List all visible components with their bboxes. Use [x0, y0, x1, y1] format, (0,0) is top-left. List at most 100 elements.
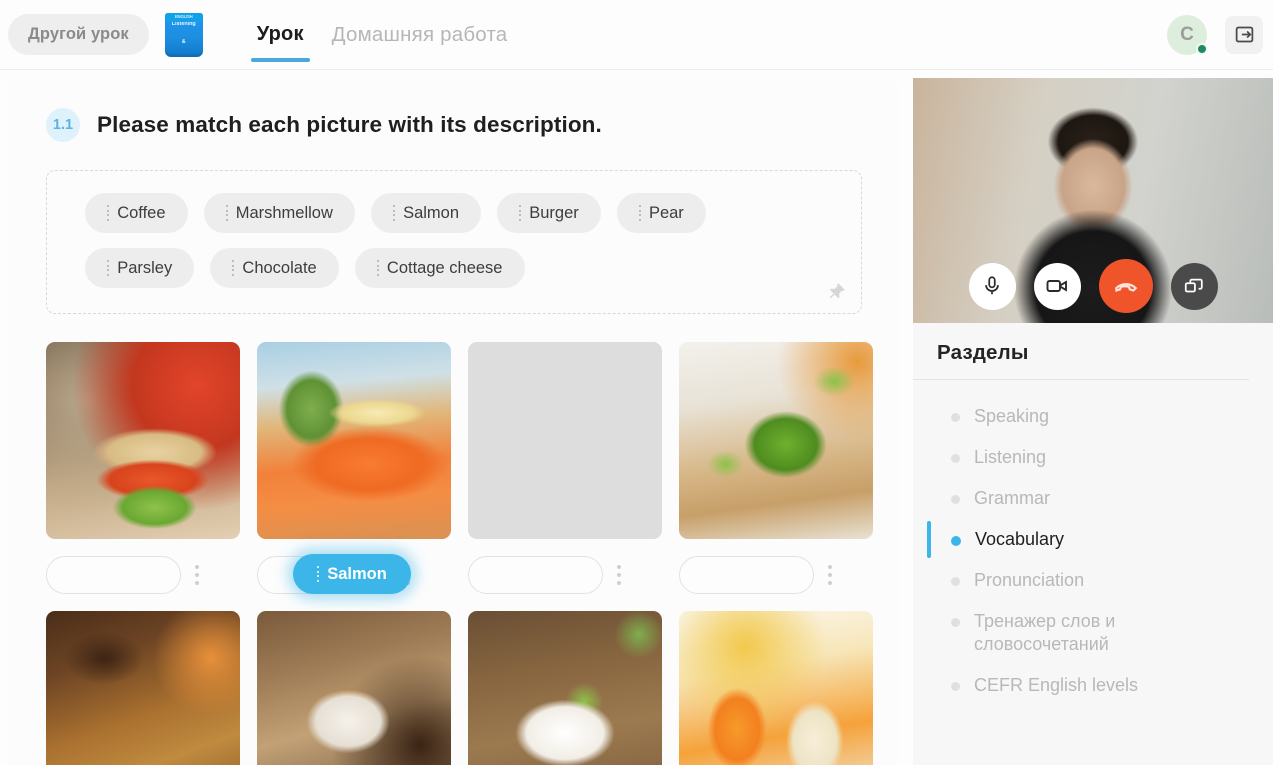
- sidebar-item-grammar[interactable]: Grammar: [937, 478, 1273, 519]
- sidebar-item-label: Pronunciation: [974, 570, 1085, 591]
- answer-slot-3[interactable]: [468, 556, 603, 594]
- bullet-icon: [951, 577, 960, 587]
- word-chip-cottage-cheese[interactable]: Cottage cheese: [354, 248, 525, 288]
- hangup-button[interactable]: [1098, 259, 1153, 313]
- exit-button[interactable]: [1225, 15, 1263, 54]
- picture-salmon[interactable]: [257, 342, 451, 539]
- answer-slot-cell-4: [679, 556, 873, 594]
- drag-handle-icon: [376, 259, 379, 277]
- answer-slot-4[interactable]: [679, 556, 814, 594]
- sidebar-item-label: Speaking: [974, 406, 1050, 426]
- camera-button[interactable]: [1033, 262, 1081, 310]
- chip-label: Cottage cheese: [386, 258, 503, 277]
- picture-burger[interactable]: [46, 342, 240, 539]
- drag-handle-icon: [107, 204, 110, 222]
- avatar[interactable]: C: [1167, 14, 1208, 55]
- answer-slot-cell-1: [46, 556, 240, 594]
- word-chip-parsley[interactable]: Parsley: [85, 248, 195, 288]
- sections-divider: [913, 379, 1249, 380]
- picture-row-1: [46, 342, 898, 539]
- word-chip-pear[interactable]: Pear: [616, 193, 706, 233]
- camera-icon: [1046, 280, 1067, 292]
- sidebar-item-pronunciation[interactable]: Pronunciation: [937, 560, 1273, 601]
- sidebar-item-label: Listening: [974, 447, 1047, 468]
- answer-slot-row: Salmon: [46, 554, 898, 594]
- sections-title: Разделы: [937, 341, 1029, 364]
- picture-row-2: [46, 611, 898, 765]
- word-chip-chocolate[interactable]: Chocolate: [210, 248, 339, 288]
- tab-lesson[interactable]: Урок: [243, 0, 318, 70]
- pin-icon[interactable]: [825, 281, 847, 303]
- lesson-book-icon[interactable]: ENGLISH Listening & Speaking: [164, 12, 203, 57]
- picture-cottage-cheese[interactable]: [468, 611, 662, 765]
- exit-icon: [1235, 26, 1253, 43]
- book-badge-line1: Listening: [171, 20, 196, 27]
- word-bank-row-2: Parsley Chocolate Cottage cheese: [85, 248, 861, 288]
- picture-coffee[interactable]: [257, 611, 451, 765]
- video-call-feed[interactable]: [913, 78, 1273, 323]
- microphone-button[interactable]: [968, 262, 1016, 310]
- lesson-app: Другой урок ENGLISH Listening & Speaking…: [0, 0, 1273, 765]
- bullet-icon: [951, 413, 960, 422]
- answer-slot-cell-2: Salmon: [257, 554, 451, 594]
- picture-marshmellow[interactable]: [468, 342, 662, 539]
- sections-panel: Разделы: [913, 323, 1273, 365]
- top-bar-right: C: [1167, 14, 1273, 55]
- sidebar-item-label: Grammar: [974, 488, 1050, 509]
- picture-pear[interactable]: [679, 611, 873, 765]
- slot-menu-4[interactable]: [828, 565, 832, 585]
- word-chip-salmon[interactable]: Salmon: [370, 193, 482, 233]
- answer-slot-1[interactable]: [46, 556, 181, 594]
- sidebar-item-listening[interactable]: Listening: [937, 437, 1273, 478]
- sidebar-item-label: Тренажер слов и словосочетаний: [974, 611, 1116, 655]
- sidebar-item-label: Vocabulary: [975, 529, 1065, 550]
- picture-in-picture-icon: [1184, 278, 1203, 293]
- top-bar: Другой урок ENGLISH Listening & Speaking…: [0, 0, 1273, 70]
- book-badge-top-text: ENGLISH: [174, 13, 193, 19]
- right-panel: Разделы Speaking Listening Grammar Vocab…: [913, 78, 1273, 765]
- picture-chocolate[interactable]: [46, 611, 240, 765]
- sidebar-item-vocabulary[interactable]: Vocabulary: [927, 519, 1273, 560]
- drag-handle-icon: [638, 204, 641, 222]
- picture-grid: Salmon: [46, 342, 898, 765]
- sidebar-item-label: CEFR English levels: [974, 675, 1139, 696]
- book-badge-lines: Listening & Speaking: [172, 13, 196, 57]
- answer-slot-cell-3: [468, 556, 662, 594]
- bullet-icon: [951, 536, 961, 547]
- picture-parsley[interactable]: [679, 342, 873, 539]
- drag-handle-icon: [392, 204, 396, 222]
- book-badge-line2: &: [181, 38, 186, 45]
- sections-list: Speaking Listening Grammar Vocabulary Pr…: [913, 396, 1273, 706]
- word-chip-marshmellow[interactable]: Marshmellow: [203, 193, 355, 233]
- chip-label: Chocolate: [242, 258, 317, 277]
- drag-handle-icon: [225, 204, 228, 222]
- drag-handle-icon: [519, 204, 522, 222]
- chip-label: Salmon: [327, 564, 387, 583]
- word-bank: Coffee Marshmellow Salmon Burger Pear Pa…: [46, 170, 862, 314]
- tab-homework[interactable]: Домашняя работа: [318, 0, 522, 70]
- picture-in-picture-button[interactable]: [1170, 262, 1218, 310]
- task-title: Please match each picture with its descr…: [97, 112, 602, 137]
- word-chip-burger[interactable]: Burger: [497, 193, 601, 233]
- task-header: 1.1 Please match each picture with its d…: [8, 78, 898, 142]
- avatar-letter: C: [1180, 23, 1194, 45]
- drag-handle-icon: [107, 259, 110, 277]
- dragged-chip-salmon[interactable]: Salmon: [293, 554, 411, 594]
- slot-menu-1[interactable]: [195, 565, 199, 585]
- chip-label: Salmon: [403, 203, 460, 222]
- bullet-icon: [951, 454, 960, 464]
- sidebar-item-cefr-levels[interactable]: CEFR English levels: [937, 665, 1273, 706]
- slot-menu-3[interactable]: [617, 565, 621, 585]
- task-number-badge: 1.1: [46, 108, 80, 142]
- sidebar-item-speaking[interactable]: Speaking: [937, 396, 1273, 437]
- chip-label: Pear: [648, 203, 684, 222]
- other-lesson-button[interactable]: Другой урок: [8, 14, 149, 55]
- bullet-icon: [951, 495, 960, 505]
- word-bank-row-1: Coffee Marshmellow Salmon Burger Pear: [85, 193, 861, 233]
- online-status-dot: [1196, 42, 1208, 55]
- word-chip-coffee[interactable]: Coffee: [85, 193, 188, 233]
- bullet-icon: [951, 682, 960, 692]
- drag-handle-icon: [317, 565, 320, 583]
- chip-label: Coffee: [117, 203, 166, 222]
- sidebar-item-word-trainer[interactable]: Тренажер слов и словосочетаний: [937, 601, 1273, 665]
